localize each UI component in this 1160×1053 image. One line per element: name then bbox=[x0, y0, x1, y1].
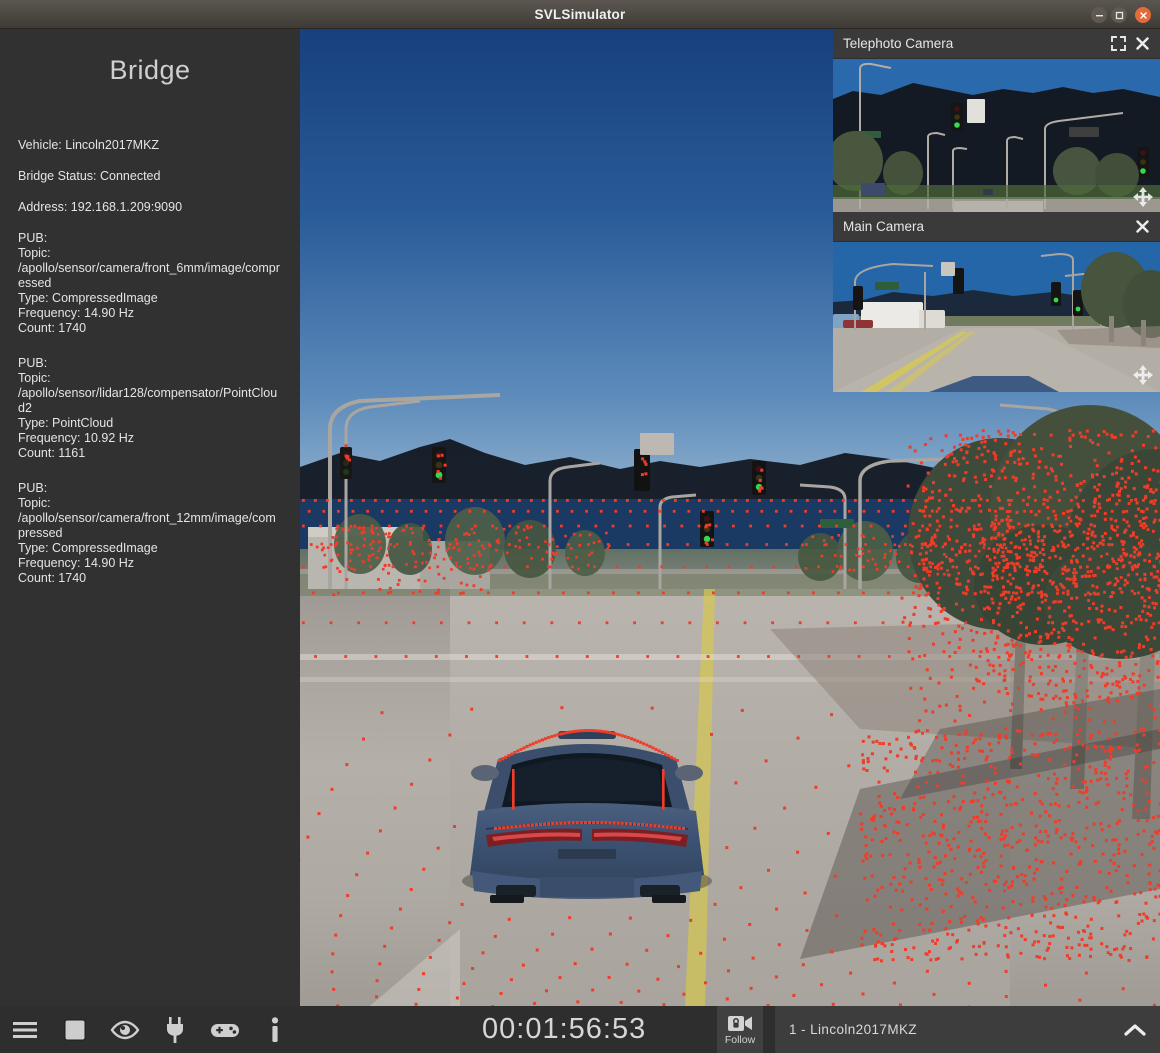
expand-icon[interactable] bbox=[1106, 32, 1130, 56]
menu-icon[interactable] bbox=[8, 1013, 42, 1047]
main-camera-panel[interactable]: Main Camera bbox=[833, 212, 1160, 392]
publisher-entry: PUB: Topic: /apollo/sensor/lidar128/comp… bbox=[18, 356, 282, 461]
camera-mode-button[interactable]: Follow bbox=[717, 1006, 763, 1053]
telephoto-camera-title: Telephoto Camera bbox=[843, 36, 1106, 51]
main-camera-image bbox=[833, 242, 1160, 392]
chevron-up-icon[interactable] bbox=[1122, 1017, 1148, 1043]
move-handle[interactable] bbox=[1132, 186, 1154, 208]
telephoto-camera-feed[interactable] bbox=[833, 59, 1160, 214]
simulator-window: SVLSimulator Bridge Vehicle: Lincoln2017… bbox=[0, 0, 1160, 1053]
publisher-entry: PUB: Topic: /apollo/sensor/camera/front_… bbox=[18, 231, 282, 336]
minimize-button[interactable] bbox=[1091, 7, 1107, 23]
publisher-type: Type: CompressedImage bbox=[18, 541, 282, 556]
publisher-count: Count: 1161 bbox=[18, 446, 282, 461]
publisher-count: Count: 1740 bbox=[18, 321, 282, 336]
telephoto-image bbox=[833, 59, 1160, 214]
publisher-topic-label: Topic: bbox=[18, 371, 282, 386]
window-titlebar[interactable]: SVLSimulator bbox=[0, 0, 1160, 29]
publisher-frequency: Frequency: 14.90 Hz bbox=[18, 306, 282, 321]
toolbar-icon-group bbox=[0, 1006, 292, 1053]
bridge-field-vehicle: Vehicle: Lincoln2017MKZ bbox=[18, 138, 282, 153]
vehicle-selector[interactable]: 1 - Lincoln2017MKZ bbox=[775, 1006, 1160, 1053]
main-camera-header[interactable]: Main Camera bbox=[833, 212, 1160, 242]
stop-icon[interactable] bbox=[58, 1013, 92, 1047]
page-title: Bridge bbox=[0, 55, 300, 86]
bridge-field-status: Bridge Status: Connected bbox=[18, 169, 282, 184]
publisher-count: Count: 1740 bbox=[18, 571, 282, 586]
simulation-timer: 00:01:56:53 bbox=[482, 1013, 646, 1046]
ego-vehicle bbox=[462, 731, 712, 903]
bridge-panel: Bridge Vehicle: Lincoln2017MKZ Bridge St… bbox=[0, 29, 300, 1006]
follow-camera-icon bbox=[727, 1013, 753, 1033]
publisher-type: Type: PointCloud bbox=[18, 416, 282, 431]
telephoto-camera-panel[interactable]: Telephoto Camera bbox=[833, 29, 1160, 214]
window-title: SVLSimulator bbox=[0, 0, 1160, 29]
maximize-icon bbox=[1115, 11, 1124, 20]
center-line bbox=[685, 589, 715, 1006]
bridge-info-list: Vehicle: Lincoln2017MKZ Bridge Status: C… bbox=[0, 138, 300, 586]
minimize-icon bbox=[1095, 11, 1104, 20]
publisher-topic-label: Topic: bbox=[18, 496, 282, 511]
gamepad-icon[interactable] bbox=[208, 1013, 242, 1047]
bridge-field-address: Address: 192.168.1.209:9090 bbox=[18, 200, 282, 215]
move-handle[interactable] bbox=[1132, 364, 1154, 386]
plug-icon[interactable] bbox=[158, 1013, 192, 1047]
publisher-header: PUB: bbox=[18, 481, 282, 496]
eye-icon[interactable] bbox=[108, 1013, 142, 1047]
publisher-topic: /apollo/sensor/lidar128/compensator/Poin… bbox=[18, 386, 282, 416]
publisher-topic: /apollo/sensor/camera/front_6mm/image/co… bbox=[18, 261, 282, 291]
close-button[interactable] bbox=[1135, 7, 1151, 23]
publisher-entry: PUB: Topic: /apollo/sensor/camera/front_… bbox=[18, 481, 282, 586]
close-icon[interactable] bbox=[1130, 215, 1154, 239]
lane-marking bbox=[370, 929, 460, 1006]
publisher-frequency: Frequency: 10.92 Hz bbox=[18, 431, 282, 446]
publisher-type: Type: CompressedImage bbox=[18, 291, 282, 306]
publisher-topic-label: Topic: bbox=[18, 246, 282, 261]
telephoto-camera-header[interactable]: Telephoto Camera bbox=[833, 29, 1160, 59]
info-icon[interactable] bbox=[258, 1013, 292, 1047]
main-camera-title: Main Camera bbox=[843, 219, 1130, 234]
maximize-button[interactable] bbox=[1111, 7, 1127, 23]
main-camera-feed[interactable] bbox=[833, 242, 1160, 392]
publisher-topic: /apollo/sensor/camera/front_12mm/image/c… bbox=[18, 511, 282, 541]
publisher-header: PUB: bbox=[18, 231, 282, 246]
publisher-frequency: Frequency: 14.90 Hz bbox=[18, 556, 282, 571]
close-icon bbox=[1139, 11, 1148, 20]
vehicle-selector-label: 1 - Lincoln2017MKZ bbox=[789, 1022, 1122, 1037]
publisher-header: PUB: bbox=[18, 356, 282, 371]
camera-mode-label: Follow bbox=[725, 1034, 755, 1046]
close-icon[interactable] bbox=[1130, 32, 1154, 56]
